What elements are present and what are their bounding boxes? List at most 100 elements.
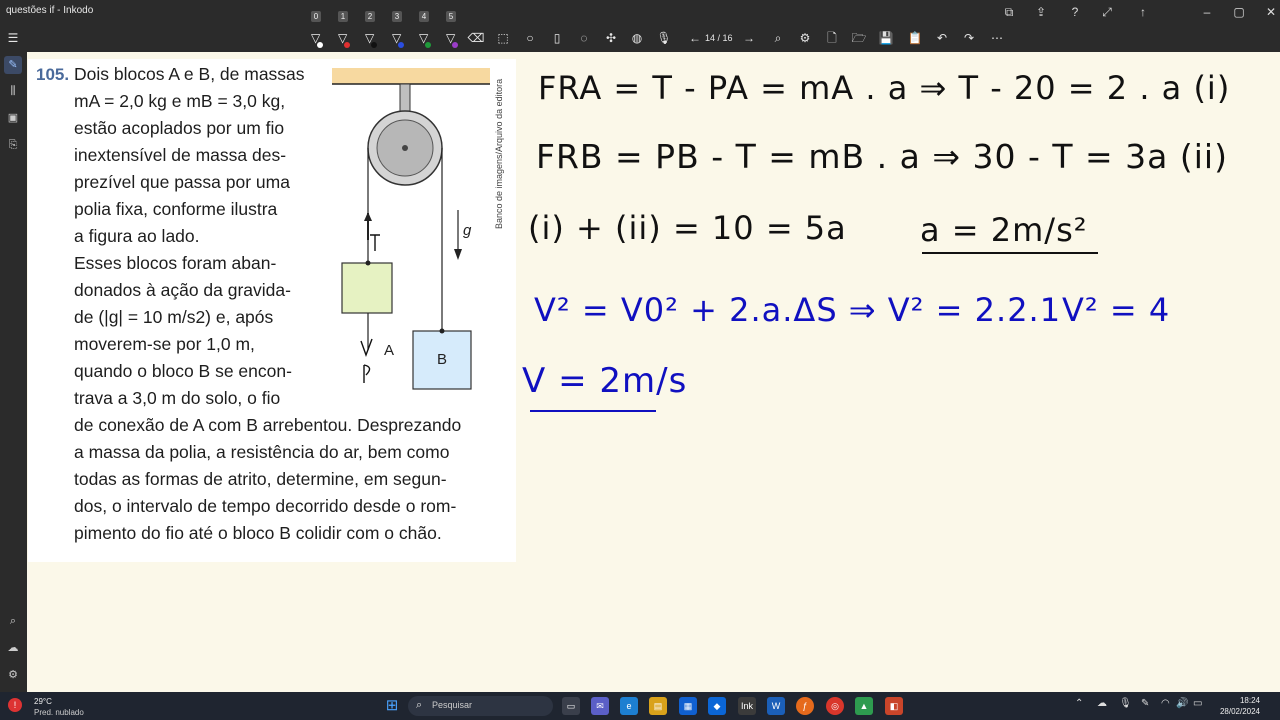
file-explorer-icon[interactable]: ▤ xyxy=(649,697,667,715)
battery-icon[interactable]: ▭ xyxy=(1193,698,1202,709)
note-line-4a: V² = V0² + 2.a.ΔS ⇒ V² = 2.2.1 xyxy=(534,291,1062,329)
page-indicator: 14 / 16 xyxy=(705,33,733,43)
help-icon[interactable]: ? xyxy=(1066,3,1084,21)
open-folder-icon[interactable]: 🗁 xyxy=(850,30,868,46)
pen-color-dot xyxy=(398,42,404,48)
zoom-icon[interactable]: ⌕ xyxy=(769,30,787,46)
eraser-icon[interactable]: ⌫ xyxy=(467,30,485,46)
question-line: polia fixa, conforme ilustra xyxy=(74,199,278,219)
pen-tool-icon[interactable]: ✎ xyxy=(4,56,22,74)
block-b-label: B xyxy=(437,351,448,368)
gravity-label: g xyxy=(463,222,472,239)
answer-underline-1 xyxy=(922,252,1098,254)
arrow-up-icon[interactable]: ↑ xyxy=(1134,3,1152,21)
question-line: donados à ação da gravida- xyxy=(74,280,291,300)
drive-icon[interactable]: ▲ xyxy=(855,697,873,715)
question-line: prezível que passa por uma xyxy=(74,172,290,192)
cloud-icon[interactable]: ☁ xyxy=(4,639,22,657)
note-line-2: FRB = PB - T = mB . a ⇒ 30 - T = 3a (ii) xyxy=(536,137,1228,176)
taskbar-search[interactable]: ⌕ Pesquisar xyxy=(408,696,553,716)
microphone-icon[interactable]: 🎙 xyxy=(655,30,673,46)
pen-slot-0[interactable]: 0 ▽ xyxy=(311,10,329,52)
edge-icon[interactable]: e xyxy=(620,697,638,715)
maximize-icon[interactable]: ▢ xyxy=(1230,3,1248,21)
pen-color-dot xyxy=(371,42,377,48)
close-icon[interactable]: ✕ xyxy=(1262,3,1280,21)
chrome-icon[interactable]: ◎ xyxy=(826,697,844,715)
clipboard-icon[interactable]: 📋 xyxy=(906,30,924,46)
search-icon: ⌕ xyxy=(416,699,423,711)
image-credit: Banco de imagens/Arquivo da editora xyxy=(494,78,504,229)
pen-slot-5[interactable]: 5 ▽ xyxy=(446,10,464,52)
redo-icon[interactable]: ↷ xyxy=(960,30,978,46)
screenshot-icon[interactable]: ⧉ xyxy=(1000,3,1018,21)
clock-time: 18:24 xyxy=(1239,696,1260,705)
inkodo-icon[interactable]: Ink xyxy=(738,697,756,715)
weather-desc: Pred. nublado xyxy=(34,708,84,717)
clipboard-side-icon[interactable]: ⎘ xyxy=(4,136,22,154)
tray-mic-icon[interactable]: 🎙 xyxy=(1119,698,1132,709)
window-title: questões if - Inkodo xyxy=(6,5,94,16)
question-line: trava a 3,0 m do solo, o fio xyxy=(74,388,281,408)
transform-icon[interactable]: ✣ xyxy=(602,30,620,46)
lasso-icon[interactable]: ◌ xyxy=(575,30,593,46)
answer-underline-2 xyxy=(530,410,656,412)
tray-chevron-icon[interactable]: ⌃ xyxy=(1075,698,1083,709)
question-line: moverem-se por 1,0 m, xyxy=(74,334,255,354)
menu-icon[interactable]: ☰ xyxy=(4,30,22,46)
wifi-icon[interactable]: ◠ xyxy=(1161,698,1170,709)
question-line: a figura ao lado. xyxy=(74,226,200,246)
pen-slot-3[interactable]: 3 ▽ xyxy=(392,10,410,52)
firefox-icon[interactable]: ƒ xyxy=(796,697,814,715)
share-icon[interactable]: ⇪ xyxy=(1032,3,1050,21)
question-line: a massa da polia, a resistência do ar, b… xyxy=(74,442,450,462)
save-icon[interactable]: 💾 xyxy=(877,30,895,46)
app-icon[interactable]: ◧ xyxy=(885,697,903,715)
pen-slot-2[interactable]: 2 ▽ xyxy=(365,10,383,52)
tray-pen-icon[interactable]: ✎ xyxy=(1141,698,1149,709)
more-icon[interactable]: ⋯ xyxy=(988,30,1006,46)
task-view-icon[interactable]: ▭ xyxy=(562,697,580,715)
question-line: quando o bloco B se encon- xyxy=(74,361,292,381)
settings-icon[interactable]: ⚙ xyxy=(4,666,22,684)
chat-icon[interactable]: ✉ xyxy=(591,697,609,715)
store-icon[interactable]: ▦ xyxy=(679,697,697,715)
select-rect-icon[interactable]: ⬚ xyxy=(494,30,512,46)
question-line: de (|g| = 10 m/s2) e, após xyxy=(74,307,274,327)
pen-slot-1[interactable]: 1 ▽ xyxy=(338,10,356,52)
dropbox-icon[interactable]: ◆ xyxy=(708,697,726,715)
question-line: Esses blocos foram aban- xyxy=(74,253,277,273)
pen-color-dot xyxy=(452,42,458,48)
clock-date: 28/02/2024 xyxy=(1219,707,1260,716)
question-line: inextensível de massa des- xyxy=(74,145,287,165)
pen-number: 0 xyxy=(311,11,321,22)
ceiling xyxy=(332,68,490,84)
pen-color-dot xyxy=(344,42,350,48)
pen-slot-4[interactable]: 4 ▽ xyxy=(419,10,437,52)
undo-icon[interactable]: ↶ xyxy=(933,30,951,46)
word-icon[interactable]: W xyxy=(767,697,785,715)
ruler-icon[interactable]: ▯ xyxy=(548,30,566,46)
block-a-label: A xyxy=(384,342,395,359)
note-line-1: FRA = T - PA = mA . a ⇒ T - 20 = 2 . a (… xyxy=(538,69,1231,107)
new-file-icon[interactable]: 🗋 xyxy=(823,30,841,46)
question-line: mA = 2,0 kg e mB = 3,0 kg, xyxy=(74,91,286,111)
next-page-icon[interactable]: → xyxy=(740,30,758,46)
tray-cloud-icon[interactable]: ☁ xyxy=(1097,698,1107,709)
pen-number: 2 xyxy=(365,11,375,22)
clock[interactable]: 18:24 28/02/2024 xyxy=(1214,695,1260,717)
pulley-diagram xyxy=(332,68,490,390)
question-page: 105. Dois blocos A e B, de massas mA = 2,… xyxy=(28,59,516,562)
image-icon[interactable]: ▣ xyxy=(4,109,22,127)
settings-sliders-icon[interactable]: ⚙ xyxy=(796,30,814,46)
volume-icon[interactable]: 🔊 xyxy=(1176,698,1188,709)
fullscreen-icon[interactable]: ⤢ xyxy=(1098,3,1116,21)
search-pen-icon[interactable]: ⌕ xyxy=(4,612,22,630)
start-icon[interactable]: ⊞ xyxy=(383,697,401,715)
circle-icon[interactable]: ○ xyxy=(521,30,539,46)
minimize-icon[interactable]: – xyxy=(1198,3,1216,21)
library-icon[interactable]: ⫼ xyxy=(4,82,22,100)
color-picker-icon[interactable]: ◍ xyxy=(628,30,646,46)
prev-page-icon[interactable]: ← xyxy=(686,30,704,46)
pen-number: 5 xyxy=(446,11,456,22)
